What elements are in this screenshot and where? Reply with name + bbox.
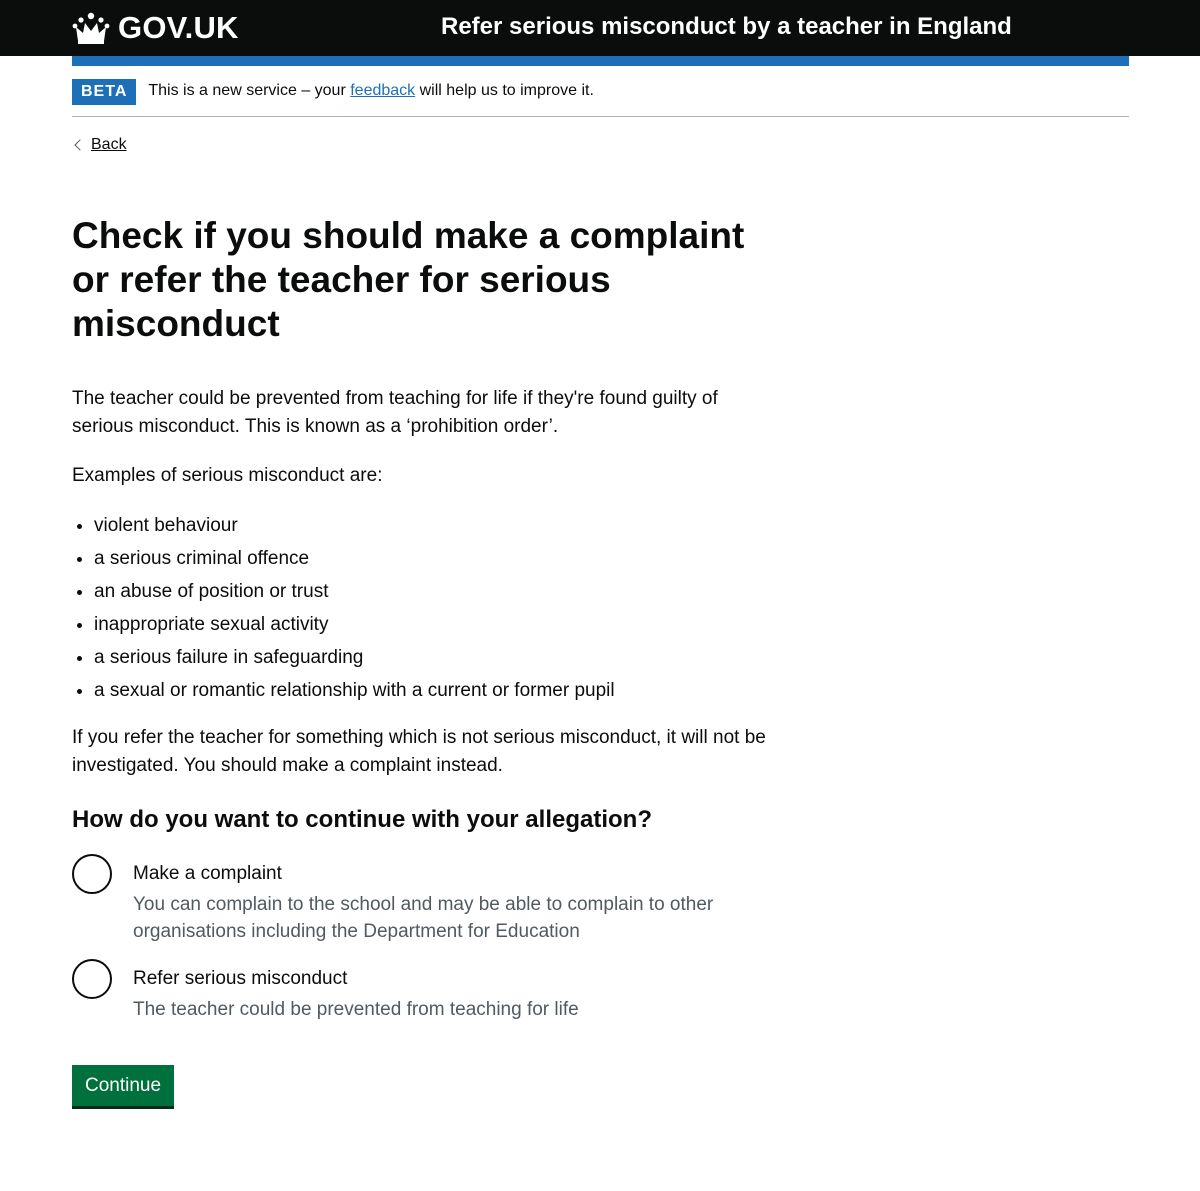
govuk-logo-link[interactable]: GOV.UK bbox=[72, 9, 239, 47]
question-legend: How do you want to continue with your al… bbox=[72, 806, 652, 833]
govuk-header: GOV.UK Refer serious misconduct by a tea… bbox=[0, 0, 1200, 56]
radio-hint: The teacher could be prevented from teac… bbox=[133, 999, 579, 1020]
button-group: Continue bbox=[72, 1065, 772, 1106]
radio-button[interactable] bbox=[72, 854, 112, 894]
list-item: a serious criminal offence bbox=[94, 542, 772, 575]
misconduct-examples-list: violent behaviour a serious criminal off… bbox=[72, 509, 772, 707]
feedback-link[interactable]: feedback bbox=[350, 82, 415, 99]
warning-paragraph: If you refer the teacher for something w… bbox=[72, 727, 766, 776]
radio-label[interactable]: Make a complaint bbox=[133, 854, 773, 888]
crown-icon bbox=[72, 12, 110, 44]
list-item: an abuse of position or trust bbox=[94, 575, 772, 608]
service-name-link[interactable]: Refer serious misconduct by a teacher in… bbox=[441, 13, 1012, 41]
radio-refer-misconduct[interactable]: Refer serious misconduct The teacher cou… bbox=[72, 959, 772, 1023]
main-content: Check if you should make a complaint or … bbox=[72, 214, 772, 1106]
list-item: a serious failure in safeguarding bbox=[94, 641, 772, 674]
examples-intro: Examples of serious misconduct are: bbox=[72, 465, 383, 486]
continue-button[interactable]: Continue bbox=[72, 1065, 175, 1106]
list-item: a sexual or romantic relationship with a… bbox=[94, 674, 772, 707]
beta-tag: BETA bbox=[72, 79, 137, 105]
radio-button[interactable] bbox=[72, 959, 112, 999]
header-accent-bar bbox=[72, 56, 1129, 66]
back-link[interactable]: Back bbox=[91, 134, 127, 156]
phase-banner-text: This is a new service – your feedback wi… bbox=[148, 78, 594, 104]
phase-banner: BETA This is a new service – your feedba… bbox=[72, 78, 1129, 117]
radio-hint: You can complain to the school and may b… bbox=[133, 894, 714, 942]
chevron-left-icon bbox=[74, 139, 86, 151]
radio-label[interactable]: Refer serious misconduct bbox=[133, 959, 773, 993]
radio-body: Make a complaint You can complain to the… bbox=[133, 854, 773, 945]
intro-paragraph: The teacher could be prevented from teac… bbox=[72, 388, 718, 437]
list-item: inappropriate sexual activity bbox=[94, 608, 772, 641]
list-item: violent behaviour bbox=[94, 509, 772, 542]
phase-text-before: This is a new service – your bbox=[148, 82, 351, 99]
back-link-container: Back bbox=[72, 134, 127, 156]
radio-make-complaint[interactable]: Make a complaint You can complain to the… bbox=[72, 854, 772, 945]
radio-body: Refer serious misconduct The teacher cou… bbox=[133, 959, 773, 1023]
phase-text-after: will help us to improve it. bbox=[415, 82, 594, 99]
govuk-logo-text: GOV.UK bbox=[118, 10, 239, 45]
page-title: Check if you should make a complaint or … bbox=[72, 215, 745, 344]
